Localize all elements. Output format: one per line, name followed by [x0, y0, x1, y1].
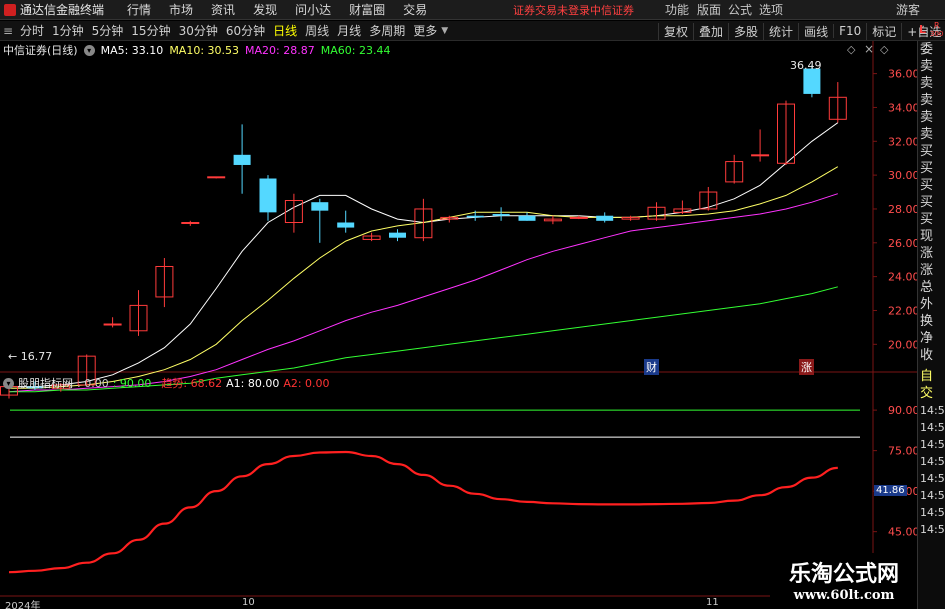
sub-legend-a2: A2: 0.00 — [283, 376, 330, 390]
tick-time: 14:56 — [920, 489, 945, 502]
y-tick-label: 20.00 — [888, 338, 920, 351]
finance-marker[interactable]: 财 — [644, 359, 659, 375]
candle-body — [103, 323, 122, 326]
panel-label[interactable]: 委比 — [918, 41, 945, 58]
main-chart-title: 中信证券(日线) — [3, 44, 78, 57]
watermark-box: 乐淘公式网 www.60lt.com — [770, 553, 918, 609]
candle-body — [569, 216, 588, 219]
sub-chart-legend: ▾ 股朋指标网 : 0.00 : 90.00 趋势: 68.62 A1: 80.… — [3, 375, 330, 391]
sub-y-tick-label: 75.00 — [888, 445, 920, 458]
sub-legend-toggle-icon[interactable]: ▾ — [3, 377, 14, 389]
panel-label[interactable]: 买三 — [918, 177, 945, 194]
sub-legend-90: : 90.00 — [112, 376, 152, 390]
panel-label[interactable]: 买四 — [918, 194, 945, 211]
panel-label[interactable]: 收益 — [918, 347, 945, 364]
panel-label[interactable]: 总量 — [918, 279, 945, 296]
y-tick-label: 26.00 — [888, 237, 920, 250]
right-info-panel: 委比 卖五 卖四 卖三 卖二 卖一 买一 买二 买三 买四 买五 现价 涨跌 涨… — [917, 41, 945, 609]
x-label-oct: 10 — [242, 597, 255, 608]
watermark-title: 乐淘公式网 — [788, 562, 899, 587]
y-tick-label: 34.00 — [888, 101, 920, 114]
legend-ma5: MA5: 33.10 — [100, 43, 164, 57]
x-label-nov: 11 — [706, 597, 719, 608]
tick-time: 14:56 — [920, 404, 945, 417]
max-price-label: 36.49 — [790, 59, 822, 72]
tick-time: 14:56 — [920, 421, 945, 434]
sub-chart-title: 股朋指标网 — [18, 377, 73, 390]
panel-label[interactable]: 卖三 — [918, 92, 945, 109]
expand-icon[interactable]: ◇ — [880, 43, 888, 56]
sub-legend-a1: A1: 80.00 — [226, 376, 280, 390]
candle-body — [389, 232, 406, 238]
candle-body — [233, 154, 251, 165]
panel-label[interactable]: 涨跌 — [918, 245, 945, 262]
candle-body — [259, 178, 277, 213]
y-tick-label: 22.00 — [888, 304, 920, 317]
sub-legend-0: : 0.00 — [77, 376, 109, 390]
panel-label[interactable]: 买一 — [918, 143, 945, 160]
rise-marker[interactable]: 涨 — [799, 359, 814, 375]
x-label-year: 2024年 — [5, 601, 41, 609]
watermark-url: www.60lt.com — [793, 588, 895, 603]
chart-canvas: 20.00 22.00 24.00 26.00 28.00 30.00 32.00 34.00… — [0, 41, 920, 609]
candle-body — [803, 68, 821, 94]
candle-body — [181, 221, 200, 224]
panel-label[interactable]: 涨幅 — [918, 262, 945, 279]
candle-body — [337, 222, 355, 228]
legend-ma60: MA60: 23.44 — [320, 43, 391, 57]
panel-label[interactable]: 净资 — [918, 330, 945, 347]
legend-ma20: MA20: 28.87 — [245, 43, 315, 57]
tick-time: 14:56 — [920, 506, 945, 519]
candle-body — [466, 215, 484, 218]
candle-body — [596, 215, 614, 221]
y-tick-label: 30.00 — [888, 169, 920, 182]
auto-trade-label[interactable]: 自动 — [918, 368, 945, 385]
min-price-label: ← 16.77 — [8, 350, 53, 363]
sub-legend-trend: 趋势: 68.62 — [161, 377, 223, 390]
trend-line — [8, 450, 838, 574]
panel-label[interactable]: 现价 — [918, 228, 945, 245]
ma-line-ma5 — [9, 122, 839, 388]
panel-label[interactable]: 外盘 — [918, 296, 945, 313]
candle-body — [207, 176, 226, 179]
tick-time: 14:56 — [920, 455, 945, 468]
auto-trade-label[interactable]: 交易 — [918, 385, 945, 402]
panel-label[interactable]: 卖五 — [918, 58, 945, 75]
tick-time: 14:56 — [920, 472, 945, 485]
panel-label[interactable]: 卖一 — [918, 126, 945, 143]
corner-l-label: L — [919, 23, 927, 36]
corner-sub-label: 300 — [930, 30, 944, 38]
candle-body — [751, 154, 770, 157]
sub-y-tick-label: 45.00 — [888, 526, 920, 539]
panel-label[interactable]: 换手 — [918, 313, 945, 330]
legend-ma10: MA10: 30.53 — [169, 43, 240, 57]
candle-body — [311, 202, 329, 211]
legend-toggle-icon[interactable]: ▾ — [83, 44, 95, 56]
y-tick-label: 32.00 — [888, 135, 920, 148]
sub-current-value: 41.86 — [874, 485, 907, 496]
corner-r-label: R — [934, 21, 940, 30]
candle-body — [492, 214, 510, 216]
panel-label[interactable]: 卖四 — [918, 75, 945, 92]
panel-label[interactable]: 卖二 — [918, 109, 945, 126]
y-tick-label: 36.00 — [888, 68, 920, 81]
tick-time: 14:56 — [920, 523, 945, 536]
candle-body — [518, 215, 536, 221]
main-chart-legend: 中信证券(日线) ▾ MA5: 33.10 MA10: 30.53 MA20: … — [3, 42, 390, 58]
sub-y-tick-label: 90.00 — [888, 404, 920, 417]
panel-label[interactable]: 买五 — [918, 211, 945, 228]
tick-time: 14:56 — [920, 438, 945, 451]
y-tick-label: 24.00 — [888, 271, 920, 284]
y-tick-label: 28.00 — [888, 203, 920, 216]
diamond-icon[interactable]: ◇ — [847, 43, 855, 56]
panel-label[interactable]: 买二 — [918, 160, 945, 177]
close-icon[interactable]: × — [864, 42, 874, 56]
